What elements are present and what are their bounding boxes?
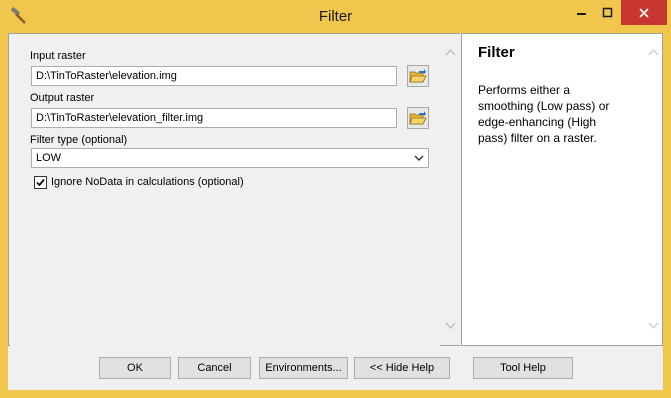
tool-help-button[interactable]: Tool Help — [473, 357, 573, 379]
environments-button[interactable]: Environments... — [259, 357, 348, 379]
chevron-down-icon — [414, 155, 424, 161]
minimize-button[interactable] — [569, 0, 595, 25]
input-raster-label: Input raster — [30, 50, 86, 62]
scroll-down-icon[interactable] — [647, 320, 660, 330]
scroll-up-icon[interactable] — [444, 48, 457, 58]
help-title: Filter — [478, 44, 515, 61]
output-raster-label: Output raster — [30, 92, 95, 104]
close-button[interactable] — [621, 0, 667, 25]
filter-type-select[interactable]: LOW — [31, 148, 429, 168]
ignore-nodata-label[interactable]: Ignore NoData in calculations (optional) — [51, 176, 244, 188]
checkmark-icon — [36, 178, 45, 187]
input-raster-browse-button[interactable] — [407, 65, 429, 87]
ok-button[interactable]: OK — [99, 357, 171, 379]
filter-type-label: Filter type (optional) — [30, 134, 128, 146]
maximize-button[interactable] — [595, 0, 621, 25]
open-folder-icon — [409, 69, 427, 83]
close-icon — [639, 7, 649, 18]
filter-dialog: Filter Input raster D:\TinToRaster\eleva… — [0, 0, 671, 398]
cancel-button[interactable]: Cancel — [178, 357, 251, 379]
help-panel: Filter Performs either a smoothing (Low … — [461, 33, 663, 346]
output-raster-browse-button[interactable] — [407, 107, 429, 129]
output-raster-field[interactable]: D:\TinToRaster\elevation_filter.img — [31, 108, 397, 128]
parameters-content: Input raster D:\TinToRaster\elevation.im… — [10, 36, 440, 346]
input-raster-field[interactable]: D:\TinToRaster\elevation.img — [31, 66, 397, 86]
filter-type-value: LOW — [36, 152, 62, 164]
maximize-icon — [602, 7, 613, 17]
open-folder-icon — [409, 111, 427, 125]
dialog-body: Input raster D:\TinToRaster\elevation.im… — [8, 33, 663, 390]
ignore-nodata-checkbox[interactable] — [34, 176, 47, 189]
minimize-icon — [577, 12, 586, 15]
scroll-down-icon[interactable] — [444, 320, 457, 330]
parameters-scrollbar[interactable] — [441, 34, 460, 345]
help-description: Performs either a smoothing (Low pass) o… — [478, 83, 610, 145]
hide-help-button[interactable]: << Hide Help — [354, 357, 450, 379]
parameters-panel: Input raster D:\TinToRaster\elevation.im… — [8, 33, 460, 346]
scroll-up-icon[interactable] — [647, 48, 660, 58]
title-bar[interactable]: Filter — [0, 0, 671, 33]
